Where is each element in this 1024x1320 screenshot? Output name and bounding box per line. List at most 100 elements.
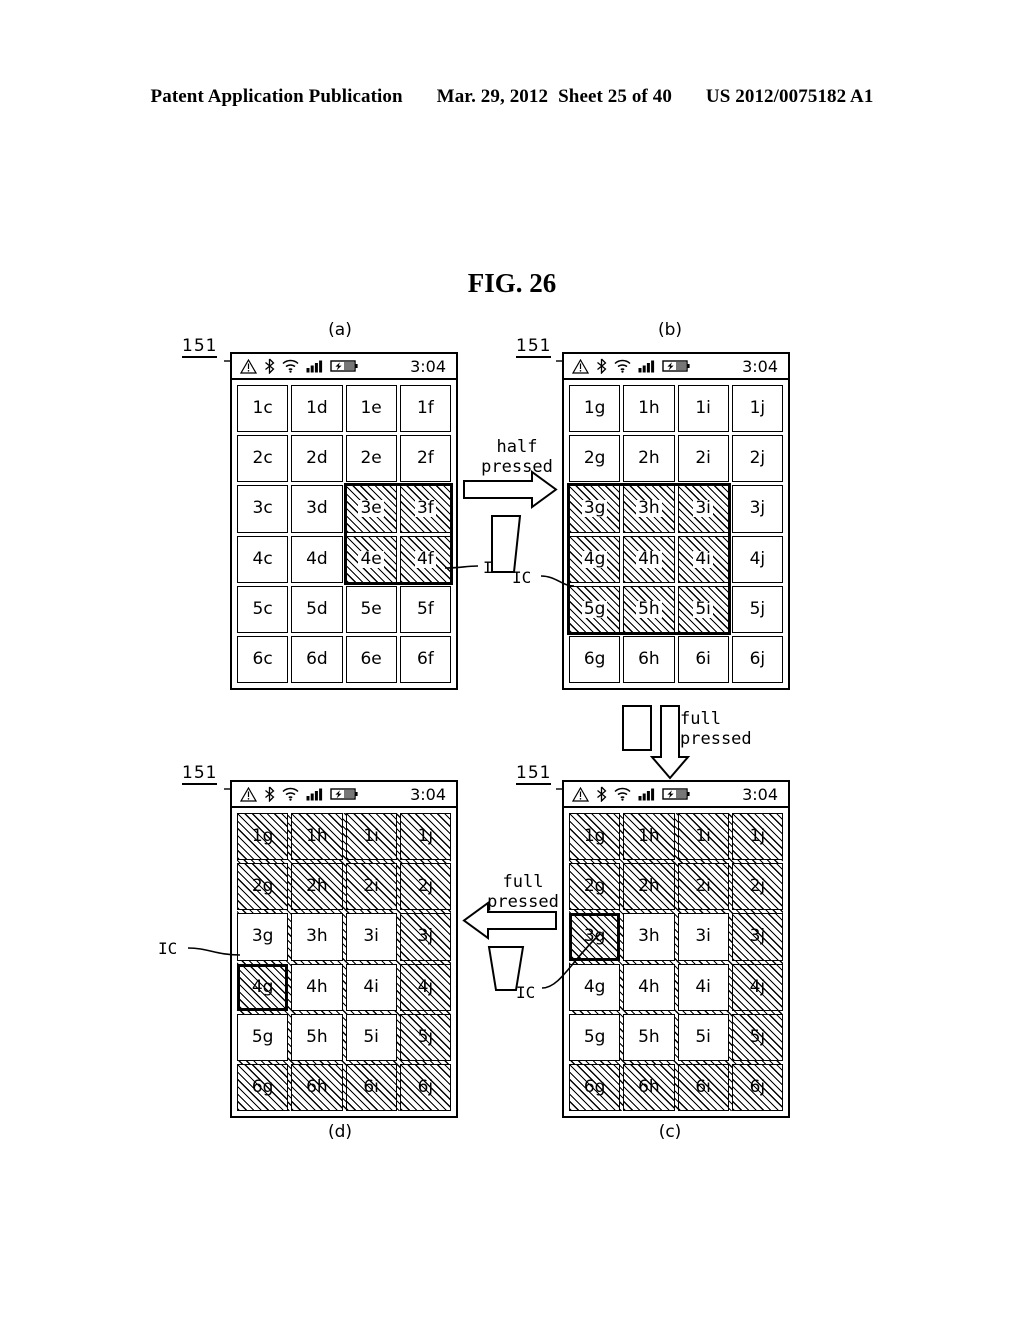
app-icon-cell[interactable]: 5j <box>399 1013 451 1061</box>
app-icon-cell[interactable]: 5d <box>291 585 343 633</box>
app-icon-cell[interactable]: 6j <box>731 635 783 683</box>
app-icon-cell[interactable]: 6g <box>569 635 621 683</box>
app-icon-cell[interactable]: 4f <box>399 535 451 583</box>
app-icon-cell[interactable]: 3i <box>677 485 729 533</box>
app-icon-cell[interactable]: 6h <box>623 1063 675 1111</box>
app-icon-cell[interactable]: 1j <box>399 813 451 861</box>
app-icon-cell[interactable]: 1f <box>399 385 451 433</box>
panel-label-d: (d) <box>327 1122 353 1142</box>
app-icon-cell[interactable]: 5g <box>569 585 621 633</box>
app-icon-cell[interactable]: 1c <box>237 385 289 433</box>
app-icon-cell[interactable]: 4i <box>345 963 397 1011</box>
app-icon-cell[interactable]: 4h <box>623 535 675 583</box>
app-icon-cell[interactable]: 1e <box>345 385 397 433</box>
app-icon-cell[interactable]: 3j <box>731 913 783 961</box>
app-icon-cell[interactable]: 1i <box>677 813 729 861</box>
app-icon-cell[interactable]: 4i <box>677 963 729 1011</box>
app-icon-cell[interactable]: 1i <box>345 813 397 861</box>
app-icon-cell-selected[interactable]: 4g <box>237 963 289 1011</box>
app-icon-cell[interactable]: 2i <box>677 863 729 911</box>
app-icon-cell[interactable]: 6h <box>623 635 675 683</box>
app-icon-cell[interactable]: 2j <box>731 863 783 911</box>
app-icon-cell[interactable]: 3f <box>399 485 451 533</box>
app-icon-cell[interactable]: 3c <box>237 485 289 533</box>
app-icon-cell[interactable]: 6h <box>291 1063 343 1111</box>
app-icon-cell[interactable]: 2i <box>677 435 729 483</box>
app-icon-cell[interactable]: 3j <box>399 913 451 961</box>
app-icon-cell[interactable]: 1g <box>237 813 289 861</box>
app-icon-cell[interactable]: 1h <box>623 385 675 433</box>
app-icon-cell[interactable]: 6j <box>731 1063 783 1111</box>
app-icon-cell[interactable]: 2h <box>623 863 675 911</box>
app-icon-cell[interactable]: 4j <box>731 535 783 583</box>
app-icon-cell[interactable]: 6i <box>345 1063 397 1111</box>
app-icon-cell[interactable]: 2e <box>345 435 397 483</box>
app-icon-cell[interactable]: 2h <box>623 435 675 483</box>
app-icon-cell[interactable]: 5j <box>731 585 783 633</box>
app-icon-cell[interactable]: 6c <box>237 635 289 683</box>
app-icon-label: 3j <box>749 926 766 947</box>
app-icon-cell-selected[interactable]: 3g <box>569 913 621 961</box>
app-icon-cell[interactable]: 5j <box>731 1013 783 1061</box>
app-icon-cell[interactable]: 5g <box>237 1013 289 1061</box>
app-icon-cell[interactable]: 4g <box>569 963 621 1011</box>
app-icon-cell[interactable]: 3i <box>345 913 397 961</box>
app-icon-cell[interactable]: 2j <box>731 435 783 483</box>
app-icon-cell[interactable]: 5h <box>291 1013 343 1061</box>
app-icon-cell[interactable]: 5h <box>623 585 675 633</box>
app-icon-cell[interactable]: 6d <box>291 635 343 683</box>
app-icon-cell[interactable]: 1g <box>569 385 621 433</box>
app-icon-cell[interactable]: 4j <box>399 963 451 1011</box>
app-icon-cell[interactable]: 5e <box>345 585 397 633</box>
app-icon-cell[interactable]: 6e <box>345 635 397 683</box>
app-icon-cell[interactable]: 4i <box>677 535 729 583</box>
app-icon-cell[interactable]: 3d <box>291 485 343 533</box>
app-icon-cell[interactable]: 5h <box>623 1013 675 1061</box>
app-icon-cell[interactable]: 3j <box>731 485 783 533</box>
app-icon-cell[interactable]: 6j <box>399 1063 451 1111</box>
app-icon-cell[interactable]: 1j <box>731 385 783 433</box>
app-icon-cell[interactable]: 2i <box>345 863 397 911</box>
app-icon-cell[interactable]: 3g <box>569 485 621 533</box>
app-icon-cell[interactable]: 1g <box>569 813 621 861</box>
app-icon-cell[interactable]: 6i <box>677 635 729 683</box>
app-icon-cell[interactable]: 5i <box>677 1013 729 1061</box>
app-icon-cell[interactable]: 5c <box>237 585 289 633</box>
app-icon-cell[interactable]: 1h <box>623 813 675 861</box>
app-icon-cell[interactable]: 2h <box>291 863 343 911</box>
app-icon-cell[interactable]: 4h <box>623 963 675 1011</box>
app-icon-cell[interactable]: 3h <box>291 913 343 961</box>
app-icon-cell[interactable]: 4d <box>291 535 343 583</box>
app-icon-cell[interactable]: 4h <box>291 963 343 1011</box>
app-icon-cell[interactable]: 2j <box>399 863 451 911</box>
app-icon-cell[interactable]: 5i <box>677 585 729 633</box>
app-icon-cell[interactable]: 1d <box>291 385 343 433</box>
app-icon-cell[interactable]: 5i <box>345 1013 397 1061</box>
app-icon-cell[interactable]: 6g <box>569 1063 621 1111</box>
app-icon-cell[interactable]: 4g <box>569 535 621 583</box>
app-icon-cell[interactable]: 2f <box>399 435 451 483</box>
app-icon-cell[interactable]: 2g <box>569 863 621 911</box>
app-icon-cell[interactable]: 2g <box>569 435 621 483</box>
app-icon-cell[interactable]: 4c <box>237 535 289 583</box>
app-icon-cell[interactable]: 3i <box>677 913 729 961</box>
app-icon-cell[interactable]: 3h <box>623 485 675 533</box>
app-icon-cell[interactable]: 3e <box>345 485 397 533</box>
app-icon-cell[interactable]: 2g <box>237 863 289 911</box>
app-icon-cell[interactable]: 5g <box>569 1013 621 1061</box>
app-icon-cell[interactable]: 6f <box>399 635 451 683</box>
app-icon-cell[interactable]: 1j <box>731 813 783 861</box>
app-icon-label: 4g <box>251 976 274 997</box>
app-icon-cell[interactable]: 1i <box>677 385 729 433</box>
app-icon-cell[interactable]: 6i <box>677 1063 729 1111</box>
reference-numeral-151-b: 151 <box>516 336 552 358</box>
app-icon-cell[interactable]: 2c <box>237 435 289 483</box>
app-icon-cell[interactable]: 3h <box>623 913 675 961</box>
app-icon-cell[interactable]: 1h <box>291 813 343 861</box>
app-icon-cell[interactable]: 4e <box>345 535 397 583</box>
app-icon-cell[interactable]: 4j <box>731 963 783 1011</box>
app-icon-cell[interactable]: 5f <box>399 585 451 633</box>
app-icon-cell[interactable]: 6g <box>237 1063 289 1111</box>
app-icon-cell[interactable]: 2d <box>291 435 343 483</box>
app-icon-cell[interactable]: 3g <box>237 913 289 961</box>
